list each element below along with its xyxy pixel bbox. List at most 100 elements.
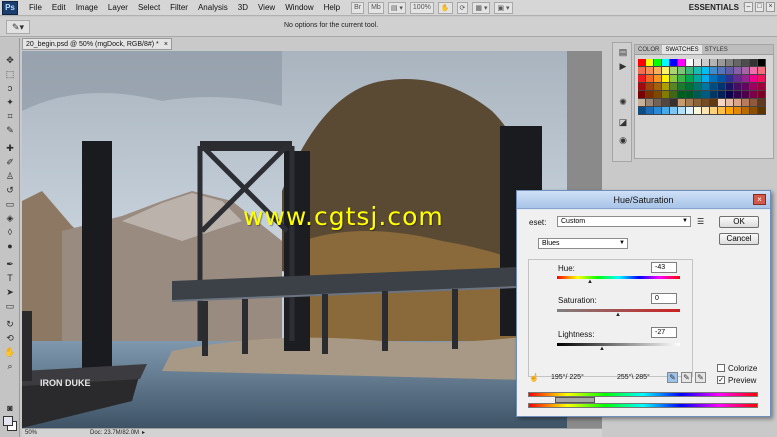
color-swatch[interactable]: [734, 83, 742, 91]
color-swatch[interactable]: [750, 59, 758, 67]
color-swatch[interactable]: [646, 91, 654, 99]
color-swatch[interactable]: [638, 99, 646, 107]
minimize-icon[interactable]: –: [744, 2, 753, 12]
menu-item-filter[interactable]: Filter: [165, 0, 193, 16]
color-swatch[interactable]: [694, 59, 702, 67]
mini-bridge-icon[interactable]: Mb: [368, 1, 384, 14]
lightness-field[interactable]: -27: [651, 327, 677, 338]
color-swatch[interactable]: [726, 99, 734, 107]
color-swatch[interactable]: [726, 107, 734, 115]
color-swatch[interactable]: [638, 59, 646, 67]
color-swatch[interactable]: [726, 59, 734, 67]
color-swatch[interactable]: [734, 67, 742, 75]
color-swatch[interactable]: [718, 91, 726, 99]
move-tool-icon[interactable]: ✥: [3, 54, 17, 66]
color-swatch[interactable]: [702, 83, 710, 91]
color-swatch[interactable]: [758, 99, 766, 107]
color-swatch[interactable]: [686, 99, 694, 107]
add-to-sample-eyedropper-icon[interactable]: ✎: [681, 372, 692, 383]
color-swatch[interactable]: [638, 75, 646, 83]
color-swatch[interactable]: [718, 107, 726, 115]
color-swatch[interactable]: [646, 99, 654, 107]
color-swatch[interactable]: [694, 107, 702, 115]
menu-item-view[interactable]: View: [253, 0, 280, 16]
color-swatch[interactable]: [686, 67, 694, 75]
close-icon[interactable]: ×: [753, 194, 766, 205]
color-swatch[interactable]: [654, 67, 662, 75]
bridge-icon[interactable]: Br: [351, 1, 365, 14]
dodge-tool-icon[interactable]: ●: [3, 240, 17, 252]
preview-checkbox[interactable]: ✓: [717, 376, 725, 384]
color-swatch[interactable]: [718, 75, 726, 83]
color-swatch[interactable]: [694, 83, 702, 91]
color-swatch[interactable]: [694, 67, 702, 75]
type-tool-icon[interactable]: T: [3, 272, 17, 284]
screen-mode-icon[interactable]: ▣ ▾: [494, 1, 513, 14]
menu-item-select[interactable]: Select: [133, 0, 165, 16]
color-swatch[interactable]: [742, 91, 750, 99]
status-menu-arrow-icon[interactable]: ▸: [142, 429, 145, 437]
color-swatch[interactable]: [670, 91, 678, 99]
color-swatch[interactable]: [662, 83, 670, 91]
color-swatch[interactable]: [702, 75, 710, 83]
color-swatch[interactable]: [654, 59, 662, 67]
color-swatch[interactable]: [710, 83, 718, 91]
color-swatch[interactable]: [702, 59, 710, 67]
color-swatch[interactable]: [670, 75, 678, 83]
document-canvas[interactable]: IRON DUKE www.cgtsj.com: [22, 51, 602, 428]
color-swatch[interactable]: [742, 99, 750, 107]
lasso-tool-icon[interactable]: ↄ: [3, 82, 17, 94]
color-swatch[interactable]: [638, 83, 646, 91]
color-swatch[interactable]: [734, 99, 742, 107]
color-swatch[interactable]: [686, 107, 694, 115]
blur-tool-icon[interactable]: ◊: [3, 226, 17, 238]
color-swatch[interactable]: [702, 67, 710, 75]
color-swatch[interactable]: [758, 107, 766, 115]
color-swatch[interactable]: [662, 99, 670, 107]
color-swatch[interactable]: [662, 59, 670, 67]
hand-tool-icon[interactable]: ✋: [437, 1, 453, 14]
color-swatch[interactable]: [710, 67, 718, 75]
menu-item-help[interactable]: Help: [319, 0, 345, 16]
subtract-from-sample-eyedropper-icon[interactable]: ✎: [695, 372, 706, 383]
color-swatch[interactable]: [670, 59, 678, 67]
adjustments-panel-icon[interactable]: ✺: [617, 97, 629, 108]
color-swatch[interactable]: [686, 75, 694, 83]
restore-icon[interactable]: □: [755, 2, 764, 12]
color-swatch[interactable]: [702, 99, 710, 107]
menu-item-edit[interactable]: Edit: [47, 0, 71, 16]
color-swatch[interactable]: [710, 91, 718, 99]
color-swatch[interactable]: [678, 83, 686, 91]
history-brush-tool-icon[interactable]: ↺: [3, 184, 17, 196]
color-swatch[interactable]: [654, 99, 662, 107]
color-swatch[interactable]: [638, 67, 646, 75]
preset-select[interactable]: Custom ▼: [557, 216, 691, 227]
color-swatch[interactable]: [654, 91, 662, 99]
quick-selection-tool-icon[interactable]: ✦: [3, 96, 17, 108]
color-swatch[interactable]: [726, 91, 734, 99]
marquee-tool-icon[interactable]: ⬚: [3, 68, 17, 80]
color-swatch[interactable]: [726, 75, 734, 83]
quick-mask-icon[interactable]: ◙: [3, 402, 17, 414]
menu-item-layer[interactable]: Layer: [103, 0, 133, 16]
tab-styles[interactable]: STYLES: [702, 45, 731, 54]
color-swatch[interactable]: [734, 75, 742, 83]
hue-slider[interactable]: [557, 276, 680, 279]
saturation-slider-thumb[interactable]: ▲: [615, 312, 621, 318]
color-swatch[interactable]: [654, 107, 662, 115]
color-swatch[interactable]: [726, 83, 734, 91]
history-panel-icon[interactable]: ▤: [617, 47, 629, 58]
eraser-tool-icon[interactable]: ▭: [3, 198, 17, 210]
color-swatch[interactable]: [670, 83, 678, 91]
saturation-field[interactable]: 0: [651, 293, 677, 304]
color-swatch[interactable]: [646, 107, 654, 115]
color-swatch[interactable]: [718, 59, 726, 67]
color-swatch[interactable]: [662, 75, 670, 83]
masks-panel-icon[interactable]: ◪: [617, 117, 629, 128]
color-swatch[interactable]: [646, 59, 654, 67]
menu-item-image[interactable]: Image: [71, 0, 103, 16]
color-swatch[interactable]: [750, 99, 758, 107]
channel-select[interactable]: Blues ▼: [538, 238, 628, 249]
color-swatch[interactable]: [742, 75, 750, 83]
color-swatch[interactable]: [750, 75, 758, 83]
